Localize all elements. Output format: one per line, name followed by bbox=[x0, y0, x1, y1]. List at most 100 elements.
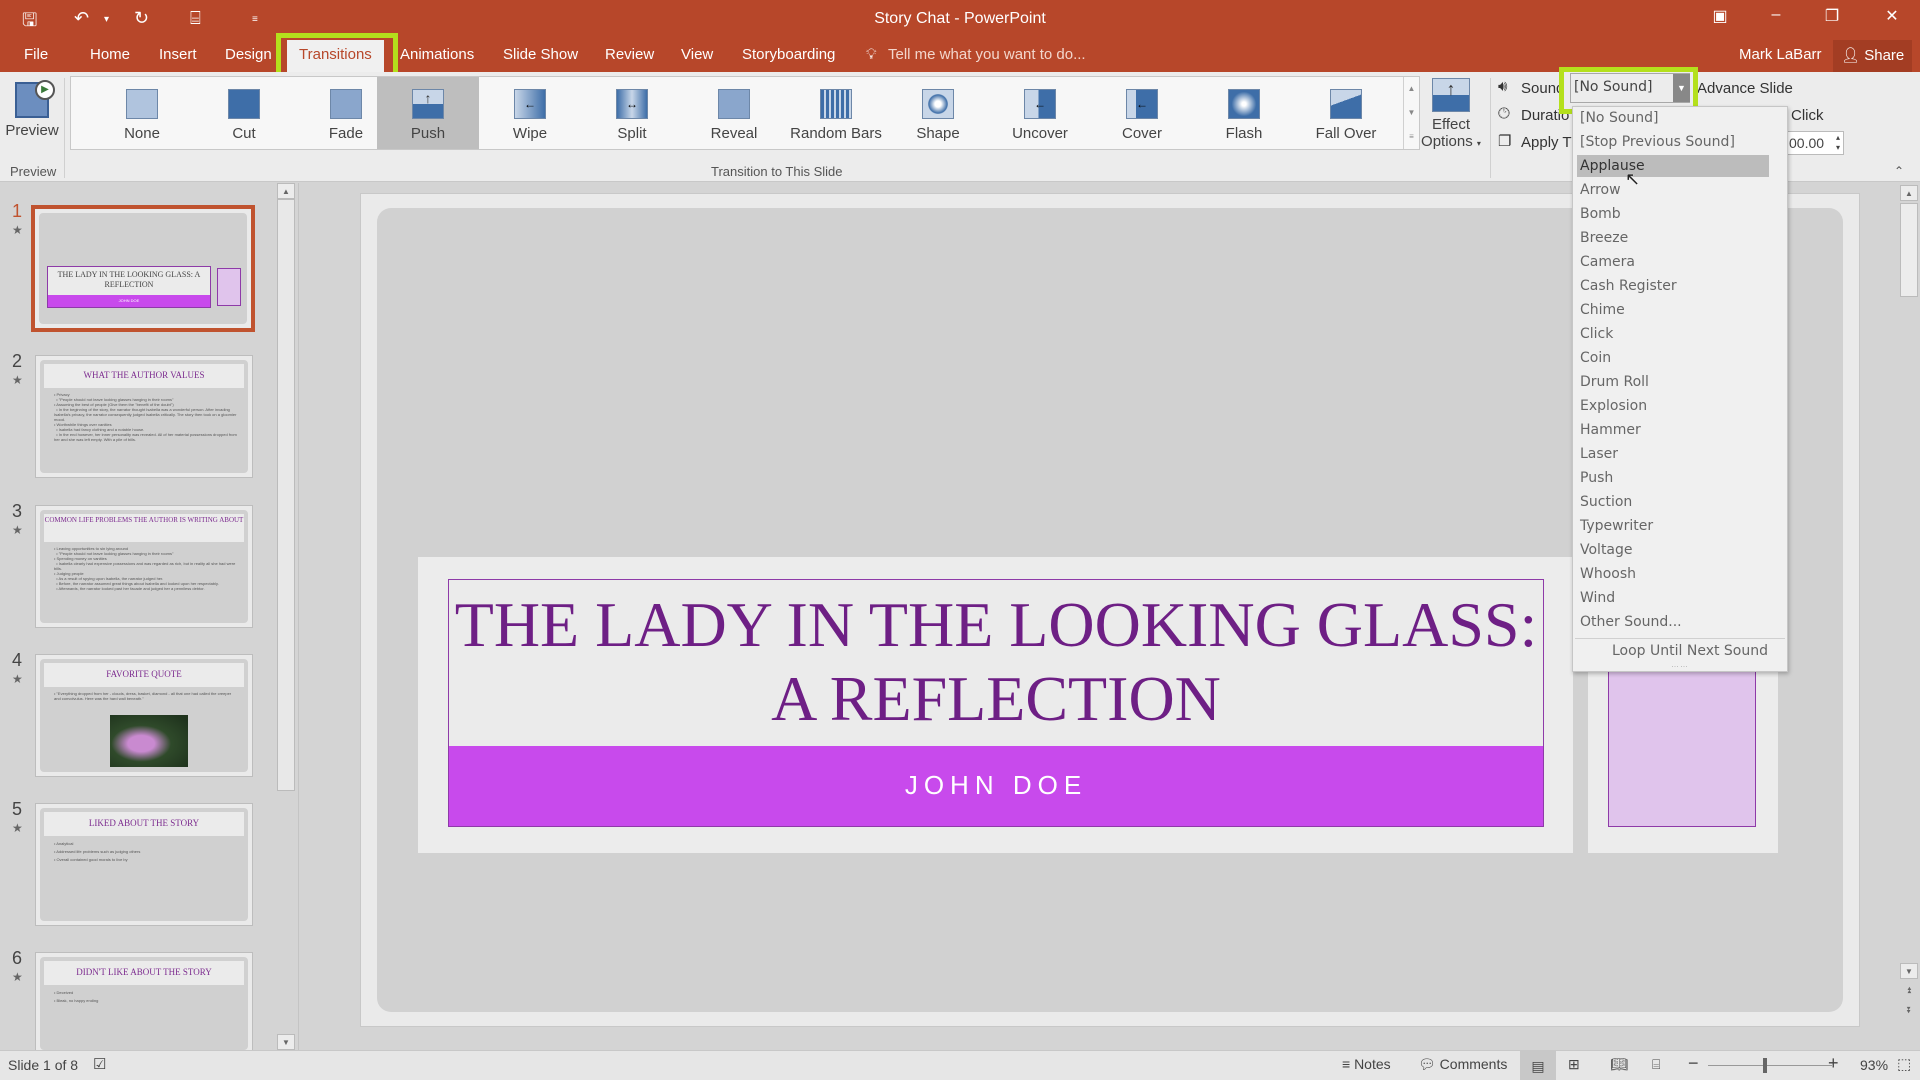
zoom-percent[interactable]: 93% bbox=[1860, 1057, 1888, 1073]
sound-option[interactable]: Laser bbox=[1577, 443, 1769, 465]
tab-home[interactable]: Home bbox=[90, 46, 130, 63]
slide-thumbnail-1[interactable]: THE LADY IN THE LOOKING GLASS: A REFLECT… bbox=[31, 205, 255, 332]
next-slide-icon[interactable]: ⏬︎ bbox=[1900, 1005, 1918, 1016]
preview-button[interactable]: ▶ Preview bbox=[4, 76, 60, 152]
sound-option[interactable]: Whoosh bbox=[1577, 563, 1769, 585]
reading-view-icon[interactable]: 📖︎ bbox=[1610, 1056, 1628, 1073]
slide-show-icon[interactable]: ⌸ bbox=[1652, 1056, 1660, 1073]
apply-to-all-button[interactable]: Apply T bbox=[1521, 134, 1572, 151]
sound-option[interactable]: [No Sound] bbox=[1577, 107, 1769, 129]
sound-option[interactable]: Arrow bbox=[1577, 179, 1769, 201]
minimize-icon[interactable]: – bbox=[1756, 6, 1796, 24]
transition-wipe[interactable]: ← Wipe bbox=[479, 77, 581, 149]
tab-insert[interactable]: Insert bbox=[159, 46, 197, 63]
collapse-ribbon-icon[interactable]: ⌃ bbox=[1894, 164, 1904, 178]
slide-scrollbar[interactable]: ▲ ▼ ⏫︎ ⏬︎ bbox=[1900, 185, 1918, 1023]
transition-random-bars[interactable]: Random Bars bbox=[785, 77, 887, 149]
other-sound-option[interactable]: Other Sound... bbox=[1577, 611, 1769, 633]
title-placeholder[interactable]: THE LADY IN THE LOOKING GLASS: A REFLECT… bbox=[418, 557, 1573, 853]
loop-until-next-sound-option[interactable]: Loop Until Next Sound bbox=[1609, 640, 1779, 662]
slide-title[interactable]: THE LADY IN THE LOOKING GLASS: A REFLECT… bbox=[449, 588, 1543, 736]
scroll-thumb[interactable] bbox=[277, 199, 295, 791]
sound-option[interactable]: Explosion bbox=[1577, 395, 1769, 417]
tab-design[interactable]: Design bbox=[225, 46, 272, 63]
scroll-down-icon[interactable]: ▼ bbox=[1900, 963, 1918, 979]
spell-check-icon[interactable]: ☑ bbox=[93, 1055, 106, 1073]
tab-view[interactable]: View bbox=[681, 46, 713, 63]
transition-cut[interactable]: Cut bbox=[193, 77, 295, 149]
sound-option[interactable]: Cash Register bbox=[1577, 275, 1769, 297]
scroll-up-icon[interactable]: ▲ bbox=[1900, 185, 1918, 201]
slide-number: 5 bbox=[12, 799, 23, 819]
gallery-down-icon[interactable]: ▼ bbox=[1404, 101, 1419, 125]
transition-split[interactable]: ↔ Split bbox=[581, 77, 683, 149]
tab-storyboarding[interactable]: Storyboarding bbox=[742, 46, 835, 63]
tab-transitions[interactable]: Transitions bbox=[287, 40, 384, 72]
gallery-up-icon[interactable]: ▲ bbox=[1404, 77, 1419, 101]
sound-option[interactable]: Suction bbox=[1577, 491, 1769, 513]
thumbnails-scrollbar[interactable]: ▲ ▼ bbox=[277, 183, 295, 1050]
slide-sorter-icon[interactable]: ⊞ bbox=[1568, 1056, 1580, 1073]
sound-option[interactable]: Camera bbox=[1577, 251, 1769, 273]
scroll-up-icon[interactable]: ▲ bbox=[277, 183, 295, 199]
user-name[interactable]: Mark LaBarr bbox=[1739, 46, 1822, 63]
sound-option[interactable]: Hammer bbox=[1577, 419, 1769, 441]
fit-to-window-icon[interactable]: ⬚ bbox=[1897, 1055, 1911, 1073]
zoom-in-icon[interactable]: + bbox=[1828, 1053, 1839, 1074]
tell-me-search[interactable]: Tell me what you want to do... bbox=[888, 46, 1086, 63]
on-mouse-click-label[interactable]: Click bbox=[1791, 107, 1824, 124]
sound-option[interactable]: Breeze bbox=[1577, 227, 1769, 249]
spinner-icon[interactable]: ▴ ▾ bbox=[1836, 133, 1840, 153]
slide-thumbnail-2[interactable]: WHAT THE AUTHOR VALUES • Privacy • "Peopl… bbox=[35, 355, 253, 478]
sound-option[interactable]: Chime bbox=[1577, 299, 1769, 321]
share-button[interactable]: 👤︎ Share bbox=[1833, 40, 1913, 72]
scroll-down-icon[interactable]: ▼ bbox=[277, 1034, 295, 1050]
sound-option-hovered[interactable]: Applause bbox=[1577, 155, 1769, 177]
sound-select[interactable]: [No Sound] bbox=[1570, 73, 1690, 103]
transition-none[interactable]: None bbox=[91, 77, 193, 149]
restore-icon[interactable]: ❐ bbox=[1812, 6, 1852, 26]
tab-review[interactable]: Review bbox=[605, 46, 654, 63]
transition-push[interactable]: ↑ Push bbox=[377, 77, 479, 149]
tab-file[interactable]: File bbox=[24, 46, 48, 63]
sound-option[interactable]: Wind bbox=[1577, 587, 1769, 609]
effect-options-button[interactable]: ↑ Effect Options ▾ bbox=[1420, 76, 1482, 162]
sound-option[interactable]: Bomb bbox=[1577, 203, 1769, 225]
ribbon-display-options-icon[interactable]: ▣ bbox=[1700, 6, 1740, 26]
zoom-slider[interactable] bbox=[1708, 1058, 1832, 1073]
resize-grip-icon[interactable]: …… bbox=[1671, 660, 1689, 669]
transition-cover[interactable]: ← Cover bbox=[1091, 77, 1193, 149]
previous-slide-icon[interactable]: ⏫︎ bbox=[1900, 985, 1918, 996]
transition-flash[interactable]: Flash bbox=[1193, 77, 1295, 149]
tab-slide-show[interactable]: Slide Show bbox=[503, 46, 578, 63]
sound-select-chevron-icon[interactable]: ▼ bbox=[1673, 74, 1690, 102]
sound-option[interactable]: Drum Roll bbox=[1577, 371, 1769, 393]
scroll-thumb[interactable] bbox=[1900, 203, 1918, 297]
slide-thumbnail-3[interactable]: COMMON LIFE PROBLEMS THE AUTHOR IS WRITI… bbox=[35, 505, 253, 628]
zoom-slider-thumb[interactable] bbox=[1763, 1058, 1768, 1073]
slide-thumbnail-4[interactable]: FAVORITE QUOTE • "Everything dropped from… bbox=[35, 654, 253, 777]
sound-option[interactable]: [Stop Previous Sound] bbox=[1577, 131, 1769, 153]
close-icon[interactable]: ✕ bbox=[1872, 6, 1912, 26]
transition-shape[interactable]: Shape bbox=[887, 77, 989, 149]
after-time-field[interactable]: 00.00 ▴ ▾ bbox=[1784, 131, 1844, 155]
gallery-more-icon[interactable]: ≡ bbox=[1404, 125, 1419, 149]
sound-option[interactable]: Click bbox=[1577, 323, 1769, 345]
transition-uncover[interactable]: ← Uncover bbox=[989, 77, 1091, 149]
sound-option[interactable]: Push bbox=[1577, 467, 1769, 489]
transition-reveal[interactable]: Reveal bbox=[683, 77, 785, 149]
transition-fall-over[interactable]: Fall Over bbox=[1295, 77, 1397, 149]
sound-option[interactable]: Voltage bbox=[1577, 539, 1769, 561]
slide-thumbnail-6[interactable]: DIDN'T LIKE ABOUT THE STORY • Deceived • … bbox=[35, 952, 253, 1050]
tab-animations[interactable]: Animations bbox=[400, 46, 474, 63]
notes-button[interactable]: ≡ Notes bbox=[1342, 1056, 1391, 1072]
slide-subtitle[interactable]: JOHN DOE bbox=[449, 746, 1543, 826]
sound-option[interactable]: Coin bbox=[1577, 347, 1769, 369]
comments-button[interactable]: 💬︎ Comments bbox=[1418, 1056, 1507, 1073]
gallery-scroll[interactable]: ▲ ▼ ≡ bbox=[1403, 77, 1419, 149]
zoom-out-icon[interactable]: − bbox=[1688, 1053, 1699, 1074]
sound-option[interactable]: Typewriter bbox=[1577, 515, 1769, 537]
slide-indicator: Slide 1 of 8 bbox=[8, 1057, 79, 1073]
slide-thumbnail-5[interactable]: LIKED ABOUT THE STORY • Analytical • Addr… bbox=[35, 803, 253, 926]
normal-view-icon[interactable]: ▤ bbox=[1520, 1051, 1556, 1080]
